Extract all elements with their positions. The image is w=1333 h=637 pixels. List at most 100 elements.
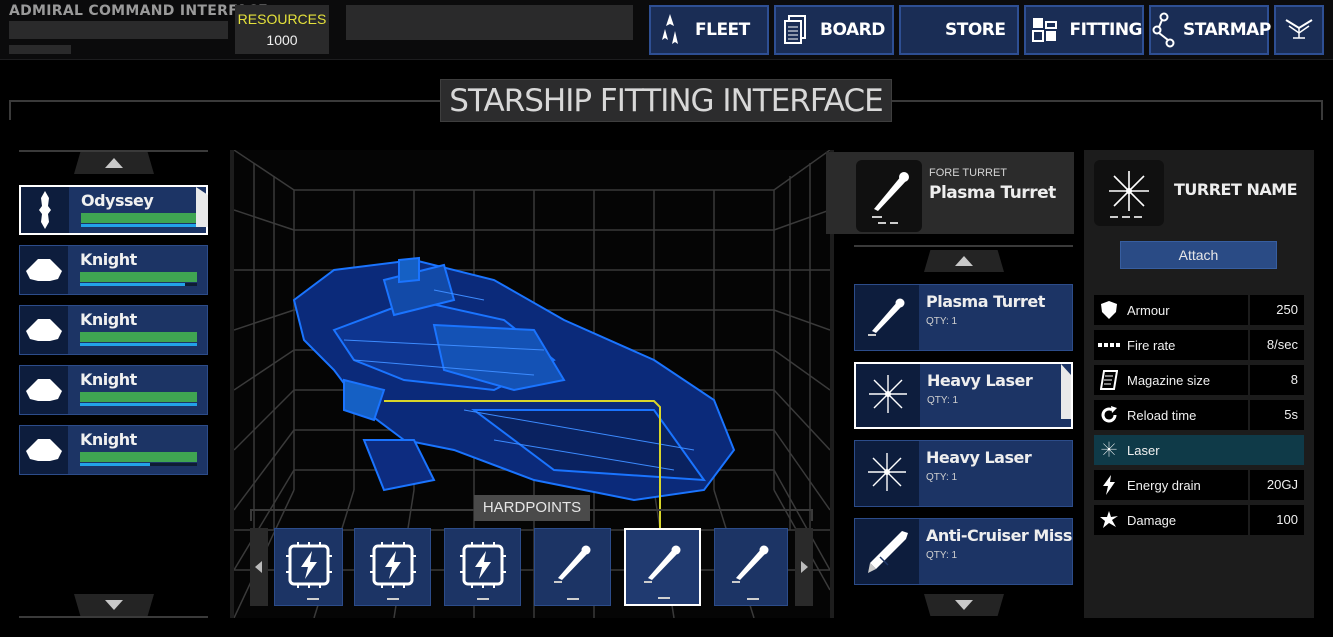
fire-rate-icon xyxy=(1094,342,1124,348)
nav-store-label: STORE xyxy=(945,20,1006,40)
nav-store-button[interactable]: STORE xyxy=(899,5,1019,55)
turret-list-frame xyxy=(854,245,1073,247)
ship-knight-icon xyxy=(20,366,68,414)
slot-dash xyxy=(477,598,489,600)
attach-button[interactable]: Attach xyxy=(1120,241,1277,269)
ship-shield-bar xyxy=(80,403,197,406)
resources-panel: RESOURCES 1000 xyxy=(235,5,329,54)
stat-label: Laser xyxy=(1127,442,1160,458)
stat-value: 8/sec xyxy=(1250,330,1304,360)
magazine-icon xyxy=(1094,370,1124,390)
ship-hull-bar xyxy=(81,213,198,223)
ship-list-scroll-up[interactable] xyxy=(74,152,154,174)
title-placeholder-bar-small xyxy=(9,45,71,54)
ship-name: Odyssey xyxy=(81,191,154,210)
ship-hull-bar xyxy=(80,452,197,462)
ship-hull-bar xyxy=(80,392,197,402)
hardpoint-slot-turret[interactable] xyxy=(624,528,701,606)
chevron-left-icon xyxy=(255,561,262,573)
nav-starmap-label: STARMAP xyxy=(1183,20,1271,40)
message-panel xyxy=(346,5,633,40)
ship-knight-icon xyxy=(20,306,68,354)
missile-icon xyxy=(855,519,919,584)
nav-fleet-button[interactable]: FLEET xyxy=(649,5,769,55)
stat-row: Reload time 5s xyxy=(1094,400,1304,430)
power-chip-icon xyxy=(284,541,334,593)
turret-card[interactable]: Heavy Laser QTY: 1 xyxy=(854,362,1073,429)
turret-icon xyxy=(640,542,686,593)
shield-icon xyxy=(1094,300,1124,320)
stat-row: Damage 100 xyxy=(1094,505,1304,535)
chevron-right-icon xyxy=(801,561,808,573)
ship-list-frame-bottom xyxy=(19,616,208,618)
power-chip-icon xyxy=(368,541,418,593)
ship-odyssey-icon xyxy=(21,187,69,233)
turret-icon xyxy=(728,542,774,593)
selected-tab-marker xyxy=(1061,364,1071,419)
lightning-icon xyxy=(1094,475,1124,495)
stat-label-cell: Magazine size xyxy=(1094,365,1248,395)
nav-fitting-label: FITTING xyxy=(1069,20,1142,40)
resources-label: RESOURCES xyxy=(237,11,327,27)
ship-card[interactable]: Knight xyxy=(19,365,208,415)
hardpoint-slot-power[interactable] xyxy=(354,528,431,606)
hardpoint-slot-power[interactable] xyxy=(274,528,343,606)
slot-dash xyxy=(747,598,759,600)
ship-name: Knight xyxy=(80,430,137,449)
ship-card[interactable]: Odyssey xyxy=(19,185,208,235)
admiral-insignia-icon xyxy=(1284,16,1314,45)
stat-label: Energy drain xyxy=(1127,477,1201,493)
turret-name: Plasma Turret xyxy=(926,292,1045,311)
nav-board-label: BOARD xyxy=(820,20,885,40)
fleet-icon xyxy=(651,7,689,53)
hardpoints-label: HARDPOINTS xyxy=(474,495,590,521)
hardpoint-slot-turret[interactable] xyxy=(714,528,788,606)
hardpoint-slot-power[interactable] xyxy=(444,528,521,606)
fitting-icon xyxy=(1026,7,1063,53)
ship-name: Knight xyxy=(80,310,137,329)
nav-fleet-label: FLEET xyxy=(695,20,750,40)
ship-hull-bar xyxy=(80,332,197,342)
hardpoints-scroll-left[interactable] xyxy=(250,528,268,606)
reload-icon xyxy=(1094,405,1124,425)
ship-shield-bar xyxy=(80,343,197,346)
turret-card[interactable]: Heavy Laser QTY: 1 xyxy=(854,440,1073,507)
top-bar: ADMIRAL COMMAND INTERFACE RESOURCES 1000… xyxy=(0,0,1333,60)
turret-icon xyxy=(550,542,596,593)
ship-card[interactable]: Knight xyxy=(19,425,208,475)
turret-details-thumb xyxy=(1094,160,1164,226)
ship-list-scroll-down[interactable] xyxy=(74,594,154,616)
turret-qty: QTY: 1 xyxy=(927,395,959,406)
turret-details-panel: TURRET NAME Attach Armour 250 Fire rate 8/s… xyxy=(1084,150,1314,618)
hologram-ship xyxy=(292,256,736,502)
hardpoint-slot-turret[interactable] xyxy=(534,528,611,606)
turret-card[interactable]: Anti-Cruiser Missile Lau QTY: 1 xyxy=(854,518,1073,585)
nav-board-button[interactable]: BOARD xyxy=(774,5,894,55)
stat-label-cell: Fire rate xyxy=(1094,330,1248,360)
turret-name: Anti-Cruiser Missile Lau xyxy=(926,526,1072,545)
arrow-up-icon xyxy=(105,158,123,168)
ship-card[interactable]: Knight xyxy=(19,305,208,355)
nav-admiral-button[interactable] xyxy=(1274,5,1324,55)
arrow-down-icon xyxy=(105,600,123,610)
stat-value: 100 xyxy=(1250,505,1304,535)
arrow-up-icon xyxy=(955,256,973,266)
stat-row: Magazine size 8 xyxy=(1094,365,1304,395)
slot-dash xyxy=(307,598,319,600)
nav-starmap-button[interactable]: STARMAP xyxy=(1149,5,1271,55)
turret-list-scroll-up[interactable] xyxy=(924,250,1004,272)
hardpoints-scroll-right[interactable] xyxy=(795,528,813,606)
nav-fitting-button[interactable]: FITTING xyxy=(1024,5,1144,55)
stat-row: Energy drain 20GJ xyxy=(1094,470,1304,500)
stat-label-cell: Reload time xyxy=(1094,400,1248,430)
turret-card[interactable]: Plasma Turret QTY: 1 xyxy=(854,284,1073,351)
arrow-down-icon xyxy=(955,600,973,610)
slot-dash xyxy=(567,598,579,600)
selected-slot-turret-name: Plasma Turret xyxy=(929,183,1056,203)
turret-list-scroll-down[interactable] xyxy=(924,594,1004,616)
ship-card[interactable]: Knight xyxy=(19,245,208,295)
selected-slot-panel: FORE TURRET Plasma Turret xyxy=(826,152,1074,234)
stat-row: Laser xyxy=(1094,435,1304,465)
title-placeholder-bar xyxy=(9,21,228,39)
resources-value: 1000 xyxy=(266,32,298,48)
